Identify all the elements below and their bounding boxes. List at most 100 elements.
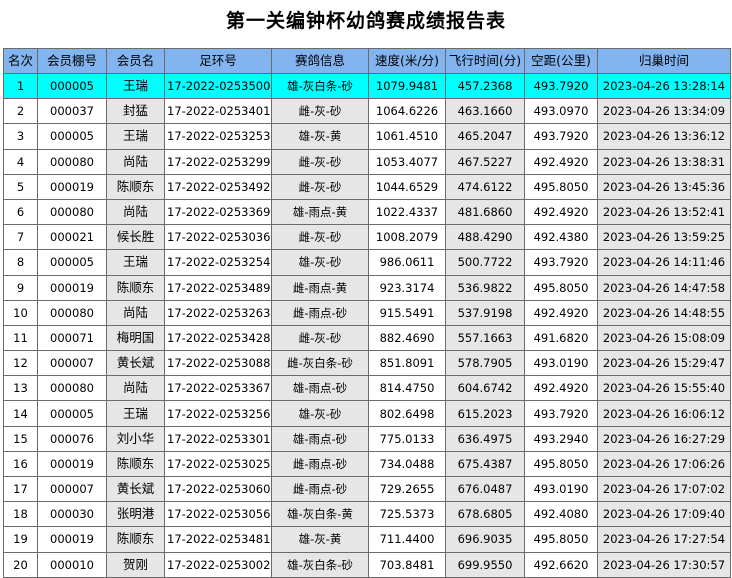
cell-ring-number: 17-2022-0253369 — [164, 198, 272, 226]
report-page: 第一关编钟杯幼鸽赛成绩报告表 名次 会员棚号 会员名 足环号 赛鸽信息 速度(米… — [0, 0, 732, 578]
cell-arrival-time: 2023-04-26 15:08:09 — [597, 324, 731, 352]
cell-member-name: 张明港 — [106, 501, 165, 528]
cell-flight-time: 696.9035 — [445, 526, 525, 553]
cell-ring-number: 17-2022-0253367 — [164, 375, 272, 402]
cell-pigeon-info: 雌-灰-砂 — [271, 173, 369, 200]
cell-pigeon-info: 雄-灰白条-砂 — [271, 551, 369, 578]
cell-arrival-time: 2023-04-26 13:45:36 — [597, 173, 731, 200]
cell-ring-number: 17-2022-0253299 — [164, 148, 272, 175]
cell-rank: 8 — [3, 249, 38, 276]
cell-ring-number: 17-2022-0253263 — [164, 299, 272, 326]
table-row: 10 000080 尚陆 17-2022-0253263 雌-雨点-砂 915.5491 5… — [3, 299, 731, 326]
cell-distance: 492.4920 — [524, 299, 598, 326]
results-table: 名次 会员棚号 会员名 足环号 赛鸽信息 速度(米/分) 飞行时间(分) 空距(… — [3, 48, 731, 578]
cell-member-name: 封猛 — [106, 98, 165, 125]
cell-pigeon-info: 雄-雨点-砂 — [271, 375, 369, 402]
cell-ring-number: 17-2022-0253253 — [164, 123, 272, 150]
table-row: 19 000019 陈顺东 17-2022-0253481 雄-灰-黄 711.4400 6… — [3, 526, 731, 553]
cell-rank: 4 — [3, 148, 38, 175]
cell-loft-id: 000005 — [37, 72, 107, 100]
cell-ring-number: 17-2022-0253256 — [164, 400, 272, 427]
cell-distance: 493.2940 — [524, 425, 598, 452]
cell-flight-time: 463.1660 — [445, 98, 525, 125]
table-row: 13 000080 尚陆 17-2022-0253367 雄-雨点-砂 814.4750 6… — [3, 375, 731, 402]
cell-arrival-time: 2023-04-26 17:09:40 — [597, 501, 731, 528]
cell-speed: 703.8481 — [368, 551, 446, 578]
cell-distance: 493.0970 — [524, 98, 598, 125]
cell-arrival-time: 2023-04-26 15:55:40 — [597, 375, 731, 402]
cell-ring-number: 17-2022-0253060 — [164, 475, 272, 503]
cell-flight-time: 636.4975 — [445, 425, 525, 452]
cell-rank: 5 — [3, 173, 38, 200]
cell-rank: 13 — [3, 375, 38, 402]
cell-loft-id: 000019 — [37, 173, 107, 200]
cell-speed: 851.8091 — [368, 350, 446, 377]
col-header-member-name: 会员名 — [106, 48, 165, 74]
cell-pigeon-info: 雄-灰白条-黄 — [271, 501, 369, 528]
cell-member-name: 王瑞 — [106, 400, 165, 427]
cell-arrival-time: 2023-04-26 13:38:31 — [597, 148, 731, 175]
cell-loft-id: 000005 — [37, 123, 107, 150]
cell-distance: 491.6820 — [524, 324, 598, 352]
cell-ring-number: 17-2022-0253025 — [164, 450, 272, 478]
col-header-arrival-time: 归巢时间 — [597, 48, 731, 74]
cell-member-name: 尚陆 — [106, 299, 165, 326]
cell-rank: 3 — [3, 123, 38, 150]
table-row: 3 000005 王瑞 17-2022-0253253 雄-灰-黄 1061.4510 46… — [3, 123, 731, 150]
cell-flight-time: 678.6805 — [445, 501, 525, 528]
cell-flight-time: 465.2047 — [445, 123, 525, 150]
cell-speed: 1061.4510 — [368, 123, 446, 150]
cell-speed: 1053.4077 — [368, 148, 446, 175]
table-row: 12 000007 黄长斌 17-2022-0253088 雌-灰白条-砂 851.809… — [3, 350, 731, 377]
cell-loft-id: 000019 — [37, 526, 107, 553]
cell-member-name: 王瑞 — [106, 72, 165, 100]
cell-rank: 9 — [3, 274, 38, 301]
cell-arrival-time: 2023-04-26 13:36:12 — [597, 123, 731, 150]
cell-speed: 1064.6226 — [368, 98, 446, 125]
table-row: 1 000005 王瑞 17-2022-0253500 雄-灰白条-砂 1079.9481… — [3, 72, 731, 100]
cell-flight-time: 488.4290 — [445, 224, 525, 251]
col-header-speed: 速度(米/分) — [368, 48, 446, 74]
cell-ring-number: 17-2022-0253254 — [164, 249, 272, 276]
cell-arrival-time: 2023-04-26 14:11:46 — [597, 249, 731, 276]
cell-loft-id: 000007 — [37, 350, 107, 377]
cell-speed: 729.2655 — [368, 475, 446, 503]
cell-loft-id: 000037 — [37, 98, 107, 125]
cell-distance: 495.8050 — [524, 450, 598, 478]
table-row: 20 000010 贺刚 17-2022-0253002 雄-灰白条-砂 703.8481… — [3, 551, 731, 578]
cell-loft-id: 000021 — [37, 224, 107, 251]
cell-rank: 12 — [3, 350, 38, 377]
table-row: 6 000080 尚陆 17-2022-0253369 雄-雨点-黄 1022.4337 4… — [3, 198, 731, 226]
table-row: 4 000080 尚陆 17-2022-0253299 雌-灰-砂 1053.4077 46… — [3, 148, 731, 175]
cell-ring-number: 17-2022-0253056 — [164, 501, 272, 528]
table-row: 16 000019 陈顺东 17-2022-0253025 雌-雨点-砂 734.0488… — [3, 450, 731, 478]
table-row: 14 000005 王瑞 17-2022-0253256 雄-灰-砂 802.6498 61… — [3, 400, 731, 427]
cell-speed: 802.6498 — [368, 400, 446, 427]
cell-flight-time: 615.2023 — [445, 400, 525, 427]
cell-ring-number: 17-2022-0253002 — [164, 551, 272, 578]
header-row: 名次 会员棚号 会员名 足环号 赛鸽信息 速度(米/分) 飞行时间(分) 空距(… — [3, 48, 731, 74]
cell-flight-time: 467.5227 — [445, 148, 525, 175]
cell-ring-number: 17-2022-0253489 — [164, 274, 272, 301]
cell-arrival-time: 2023-04-26 13:28:14 — [597, 72, 731, 100]
cell-distance: 493.7920 — [524, 400, 598, 427]
cell-speed: 734.0488 — [368, 450, 446, 478]
cell-speed: 1044.6529 — [368, 173, 446, 200]
col-header-flight-time: 飞行时间(分) — [445, 48, 525, 74]
cell-arrival-time: 2023-04-26 17:06:26 — [597, 450, 731, 478]
cell-speed: 1008.2079 — [368, 224, 446, 251]
cell-member-name: 陈顺东 — [106, 526, 165, 553]
cell-pigeon-info: 雄-灰-黄 — [271, 526, 369, 553]
cell-pigeon-info: 雄-雨点-砂 — [271, 425, 369, 452]
col-header-loft-id: 会员棚号 — [37, 48, 107, 74]
cell-ring-number: 17-2022-0253036 — [164, 224, 272, 251]
cell-flight-time: 536.9822 — [445, 274, 525, 301]
cell-arrival-time: 2023-04-26 16:27:29 — [597, 425, 731, 452]
cell-arrival-time: 2023-04-26 14:47:58 — [597, 274, 731, 301]
cell-arrival-time: 2023-04-26 16:06:12 — [597, 400, 731, 427]
cell-pigeon-info: 雄-雨点-黄 — [271, 198, 369, 226]
cell-rank: 15 — [3, 425, 38, 452]
cell-loft-id: 000076 — [37, 425, 107, 452]
cell-member-name: 刘小华 — [106, 425, 165, 452]
cell-distance: 493.7920 — [524, 72, 598, 100]
